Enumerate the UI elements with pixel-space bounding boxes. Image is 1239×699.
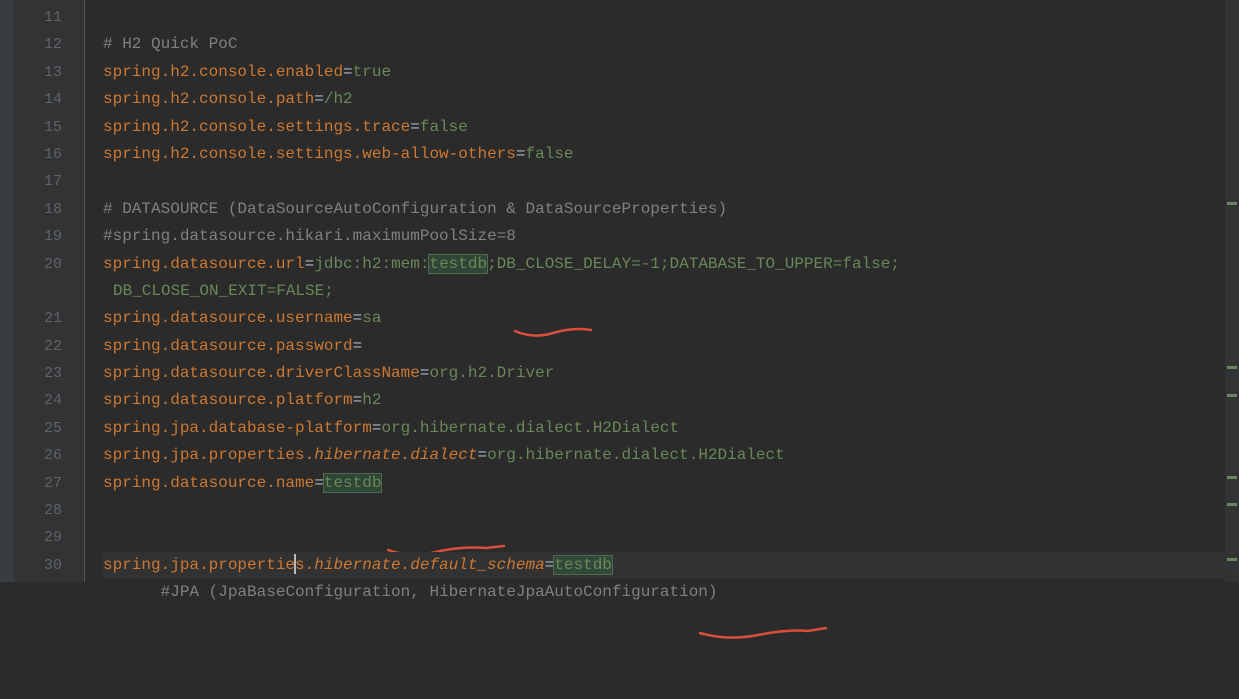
highlighted-testdb: testdb bbox=[324, 474, 382, 492]
property-key: spring.jpa.propertie bbox=[103, 556, 295, 574]
property-key: spring.h2.console.settings.trace bbox=[103, 118, 410, 136]
change-marker[interactable] bbox=[1227, 202, 1237, 205]
code-line[interactable]: spring.h2.console.settings.web-allow-oth… bbox=[103, 141, 1239, 168]
code-line[interactable]: # DATASOURCE (DataSourceAutoConfiguratio… bbox=[103, 196, 1239, 223]
code-editor: 11 12 13 14 15 16 17 18 19 20 21 22 23 2… bbox=[0, 0, 1239, 582]
code-line[interactable] bbox=[103, 497, 1239, 524]
equals-sign: = bbox=[353, 391, 363, 409]
code-line[interactable]: spring.datasource.url=jdbc:h2:mem:testdb… bbox=[103, 251, 1239, 278]
property-key: spring.datasource.url bbox=[103, 255, 305, 273]
property-key-italic: hibernate.default_schema bbox=[314, 556, 544, 574]
equals-sign: = bbox=[314, 474, 324, 492]
code-line[interactable]: spring.h2.console.settings.trace=false bbox=[103, 114, 1239, 141]
comment-text: JPA (JpaBaseConfiguration, HibernateJpaA… bbox=[170, 583, 717, 601]
code-line[interactable] bbox=[103, 168, 1239, 195]
property-key-italic: hibernate.dialect bbox=[314, 446, 477, 464]
equals-sign: = bbox=[314, 90, 324, 108]
property-value: DB_CLOSE_ON_EXIT=FALSE; bbox=[113, 282, 334, 300]
equals-sign: = bbox=[410, 118, 420, 136]
code-line[interactable]: spring.datasource.password= bbox=[103, 333, 1239, 360]
marker-rail[interactable] bbox=[1225, 0, 1239, 582]
property-value: h2 bbox=[362, 391, 381, 409]
property-value: true bbox=[353, 63, 391, 81]
property-key: spring.datasource.username bbox=[103, 309, 353, 327]
change-marker[interactable] bbox=[1227, 394, 1237, 397]
property-key: spring.jpa.database-platform bbox=[103, 419, 372, 437]
property-key: spring.datasource.driverClassName bbox=[103, 364, 420, 382]
comment-text: # DATASOURCE (DataSourceAutoConfiguratio… bbox=[103, 200, 727, 218]
code-line[interactable] bbox=[103, 4, 1239, 31]
code-line[interactable]: spring.jpa.properties.hibernate.dialect=… bbox=[103, 442, 1239, 469]
code-line-wrapped[interactable]: DB_CLOSE_ON_EXIT=FALSE; bbox=[103, 278, 1239, 305]
highlighted-testdb: testdb bbox=[554, 556, 612, 574]
equals-sign: = bbox=[343, 63, 353, 81]
property-key: spring.datasource.platform bbox=[103, 391, 353, 409]
property-value: org.hibernate.dialect.H2Dialect bbox=[487, 446, 785, 464]
code-line[interactable]: spring.jpa.database-platform=org.hiberna… bbox=[103, 415, 1239, 442]
property-value: false bbox=[420, 118, 468, 136]
property-value: sa bbox=[362, 309, 381, 327]
property-key: s. bbox=[295, 556, 314, 574]
property-value: ;DB_CLOSE_DELAY=-1;DATABASE_TO_UPPER=fal… bbox=[487, 255, 900, 273]
property-key: spring.h2.console.path bbox=[103, 90, 314, 108]
code-line[interactable]: spring.datasource.platform=h2 bbox=[103, 387, 1239, 414]
comment-text: #spring.datasource.hikari.maximumPoolSiz… bbox=[103, 227, 516, 245]
property-key: spring.datasource.name bbox=[103, 474, 314, 492]
property-key: spring.h2.console.settings.web-allow-oth… bbox=[103, 145, 516, 163]
property-value: /h2 bbox=[324, 90, 353, 108]
equals-sign: = bbox=[545, 556, 555, 574]
property-value: org.hibernate.dialect.H2Dialect bbox=[381, 419, 679, 437]
highlighted-testdb: testdb bbox=[429, 255, 487, 273]
property-value: jdbc:h2:mem: bbox=[314, 255, 429, 273]
lightbulb-icon[interactable] bbox=[35, 528, 51, 544]
equals-sign: = bbox=[353, 309, 363, 327]
code-line[interactable]: spring.h2.console.enabled=true bbox=[103, 59, 1239, 86]
code-area[interactable]: # H2 Quick PoC spring.h2.console.enabled… bbox=[85, 0, 1239, 582]
equals-sign: = bbox=[353, 337, 363, 355]
property-key: spring.jpa.properties. bbox=[103, 446, 314, 464]
code-line[interactable]: spring.h2.console.path=/h2 bbox=[103, 86, 1239, 113]
code-line-current[interactable]: spring.jpa.properties.hibernate.default_… bbox=[103, 552, 1239, 579]
property-value: false bbox=[525, 145, 573, 163]
property-value: org.h2.Driver bbox=[429, 364, 554, 382]
change-marker[interactable] bbox=[1227, 558, 1237, 561]
change-marker[interactable] bbox=[1227, 476, 1237, 479]
gutter-strip bbox=[0, 0, 14, 582]
code-line[interactable]: #JPA (JpaBaseConfiguration, HibernateJpa… bbox=[103, 524, 1239, 551]
comment-hash: # bbox=[161, 583, 171, 601]
equals-sign: = bbox=[305, 255, 315, 273]
code-line[interactable]: spring.datasource.driverClassName=org.h2… bbox=[103, 360, 1239, 387]
change-marker[interactable] bbox=[1227, 503, 1237, 506]
property-key: spring.h2.console.enabled bbox=[103, 63, 343, 81]
change-marker[interactable] bbox=[1227, 366, 1237, 369]
code-line[interactable]: spring.datasource.username=sa bbox=[103, 305, 1239, 332]
property-key: spring.datasource.password bbox=[103, 337, 353, 355]
code-line[interactable]: # H2 Quick PoC bbox=[103, 31, 1239, 58]
code-line[interactable]: spring.datasource.name=testdb bbox=[103, 470, 1239, 497]
equals-sign: = bbox=[372, 419, 382, 437]
editor-gutter[interactable]: 11 12 13 14 15 16 17 18 19 20 21 22 23 2… bbox=[0, 0, 85, 582]
comment-text: # H2 Quick PoC bbox=[103, 35, 237, 53]
text-cursor bbox=[294, 554, 296, 574]
equals-sign: = bbox=[477, 446, 487, 464]
code-line[interactable]: #spring.datasource.hikari.maximumPoolSiz… bbox=[103, 223, 1239, 250]
